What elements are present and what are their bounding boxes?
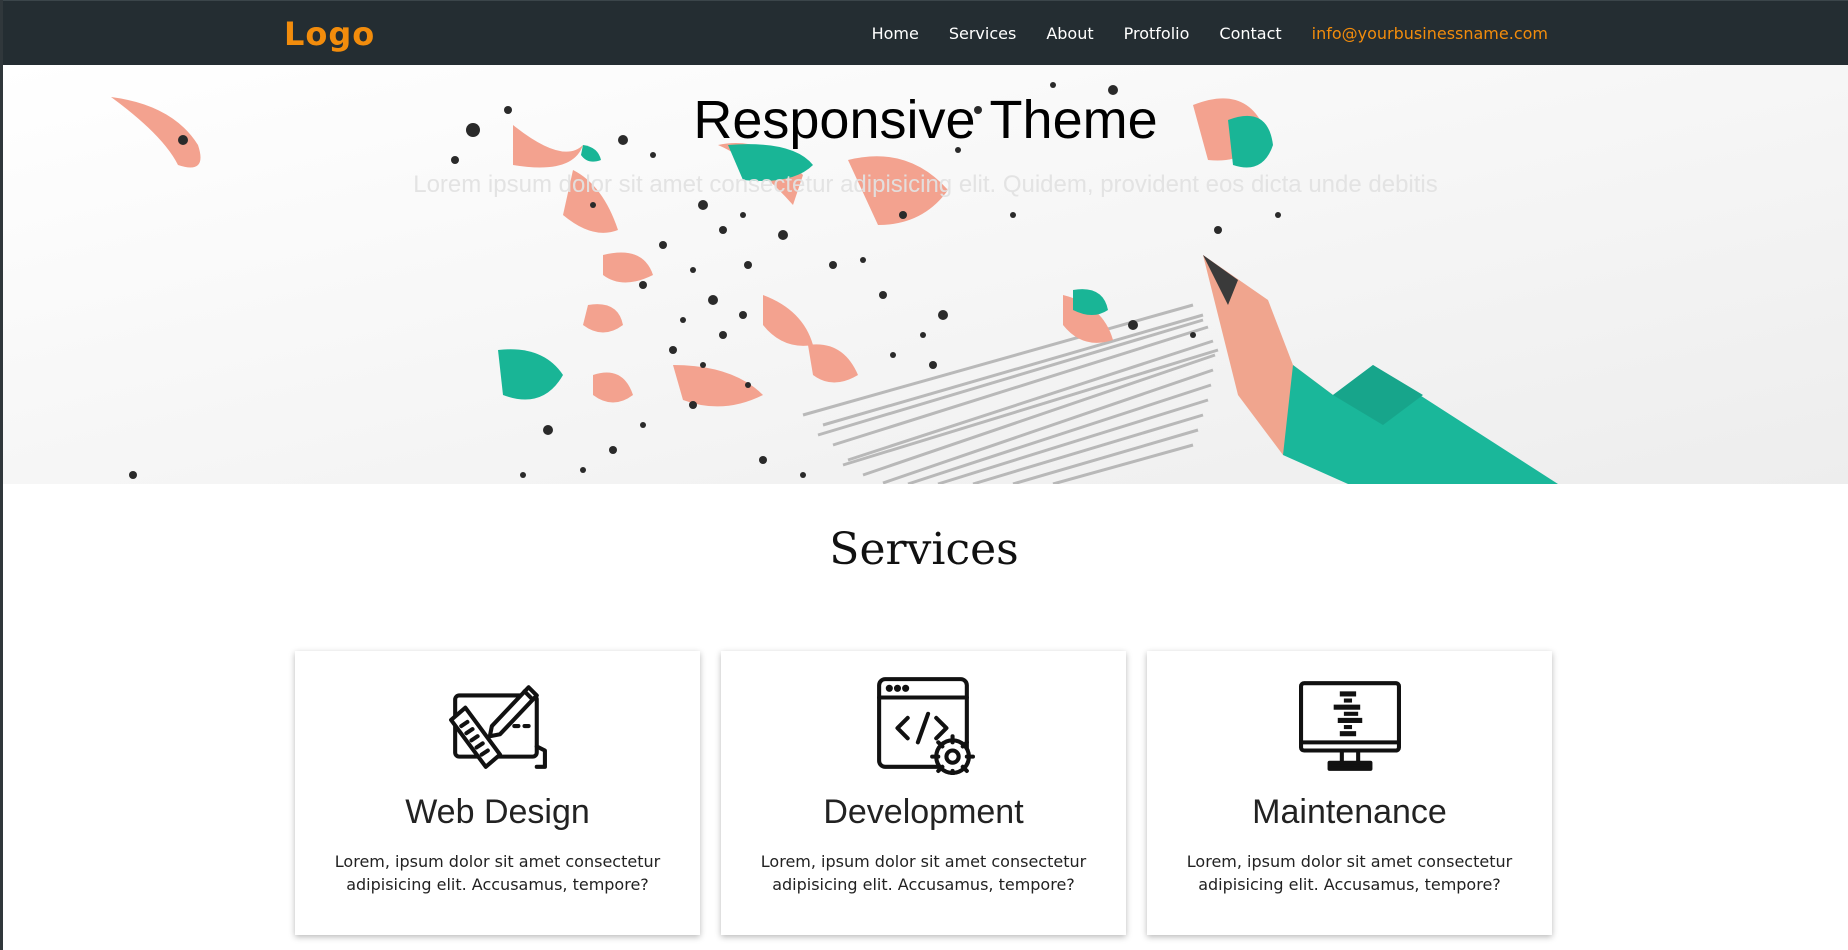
card-title: Web Design bbox=[405, 793, 590, 831]
card-text: Lorem, ipsum dolor sit amet consectetur … bbox=[334, 852, 661, 894]
code-window-gear-icon bbox=[877, 677, 975, 775]
hero-title: Responsive Theme bbox=[693, 90, 1158, 150]
top-navbar: Logo Home Services About Protfolio Conta… bbox=[0, 0, 1848, 65]
monitor-icon bbox=[1299, 681, 1401, 771]
design-tools-icon bbox=[449, 685, 547, 769]
nav-link-portfolio[interactable]: Protfolio bbox=[1124, 24, 1190, 43]
nav-links: Home Services About Protfolio Contact in… bbox=[842, 1, 1548, 66]
nav-link-home[interactable]: Home bbox=[872, 24, 919, 43]
site-logo[interactable]: Logo bbox=[284, 15, 375, 53]
hero-banner: Responsive Theme Lorem ipsum dolor sit a… bbox=[3, 65, 1848, 484]
card-text: Lorem, ipsum dolor sit amet consectetur … bbox=[760, 852, 1087, 894]
nav-link-contact[interactable]: Contact bbox=[1219, 24, 1281, 43]
window-edge bbox=[0, 0, 3, 950]
services-heading: Services bbox=[829, 524, 1019, 575]
card-title: Development bbox=[823, 793, 1024, 831]
nav-link-services[interactable]: Services bbox=[949, 24, 1016, 43]
card-title: Maintenance bbox=[1252, 793, 1447, 831]
service-card-web-design: Web Design Lorem, ipsum dolor sit amet c… bbox=[295, 651, 700, 935]
nav-email-link[interactable]: info@yourbusinessname.com bbox=[1312, 24, 1548, 43]
card-text: Lorem, ipsum dolor sit amet consectetur … bbox=[1186, 852, 1513, 894]
service-card-maintenance: Maintenance Lorem, ipsum dolor sit amet … bbox=[1147, 651, 1552, 935]
hero-subtitle: Lorem ipsum dolor sit amet consectetur a… bbox=[413, 171, 1438, 198]
nav-link-about[interactable]: About bbox=[1046, 24, 1093, 43]
service-card-development: Development Lorem, ipsum dolor sit amet … bbox=[721, 651, 1126, 935]
